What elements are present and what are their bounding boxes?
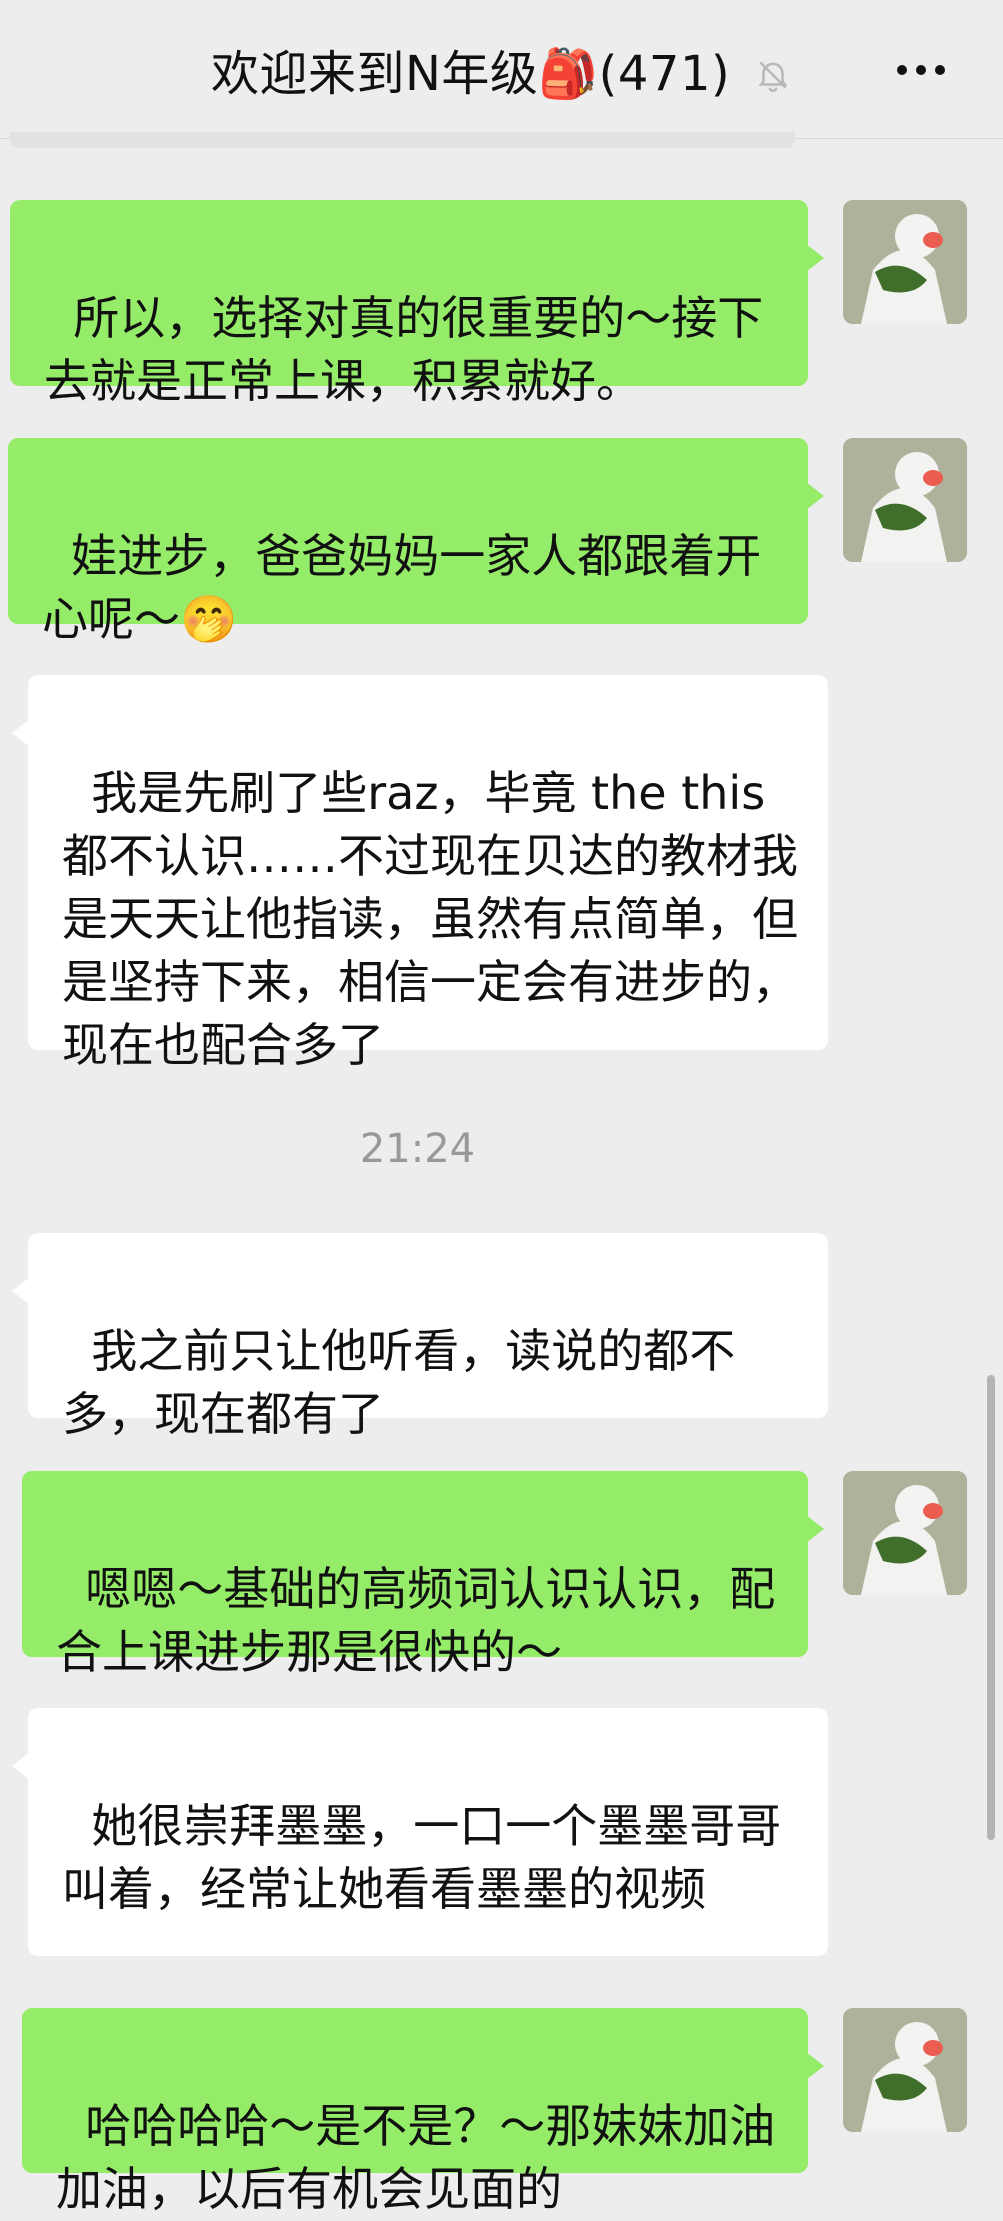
message-bubble-4[interactable]: 我之前只让他听看，读说的都不多，现在都有了 bbox=[12, 1233, 828, 1441]
scrollbar[interactable] bbox=[987, 1375, 995, 1840]
message-text: 我之前只让他听看，读说的都不多，现在都有了 bbox=[62, 1324, 736, 1441]
parrot-avatar-icon bbox=[843, 438, 967, 562]
chat-title: 欢迎来到N年级🎒(471) bbox=[0, 38, 1003, 110]
message-text: 娃进步，爸爸妈妈一家人都跟着开心呢～🤭 bbox=[42, 529, 762, 646]
previous-message-edge bbox=[10, 132, 795, 148]
message-text: 所以，选择对真的很重要的～接下去就是正常上课，积累就好。 bbox=[44, 291, 764, 408]
chat-header: 欢迎来到N年级🎒(471) bbox=[0, 0, 1003, 139]
parrot-avatar-icon bbox=[843, 2008, 967, 2132]
message-bubble-5[interactable]: 嗯嗯～基础的高频词认识认识，配合上课进步那是很快的～ bbox=[22, 1471, 824, 1679]
message-bubble-7[interactable]: 哈哈哈哈～是不是？～那妹妹加油加油，以后有机会见面的 bbox=[22, 2008, 824, 2216]
message-text: 她很崇拜墨墨，一口一个墨墨哥哥叫着，经常让她看看墨墨的视频 bbox=[62, 1799, 782, 1916]
avatar[interactable] bbox=[843, 438, 967, 562]
message-text: 我是先刷了些raz，毕竟 the this都不认识……不过现在贝达的教材我是天天… bbox=[62, 766, 798, 1072]
avatar[interactable] bbox=[843, 200, 967, 324]
avatar[interactable] bbox=[843, 2008, 967, 2132]
message-bubble-1[interactable]: 所以，选择对真的很重要的～接下去就是正常上课，积累就好。 bbox=[10, 200, 824, 408]
chat-title-text: 欢迎来到N年级🎒(471) bbox=[210, 46, 731, 102]
message-bubble-3[interactable]: 我是先刷了些raz，毕竟 the this都不认识……不过现在贝达的教材我是天天… bbox=[12, 675, 828, 1072]
message-bubble-6[interactable]: 她很崇拜墨墨，一口一个墨墨哥哥叫着，经常让她看看墨墨的视频 bbox=[12, 1708, 828, 1956]
mute-bell-icon bbox=[758, 61, 788, 93]
parrot-avatar-icon bbox=[843, 1471, 967, 1595]
more-icon[interactable] bbox=[891, 50, 951, 90]
message-text: 哈哈哈哈～是不是？～那妹妹加油加油，以后有机会见面的 bbox=[56, 2099, 776, 2216]
timestamp: 21:24 bbox=[359, 1126, 476, 1172]
message-bubble-2[interactable]: 娃进步，爸爸妈妈一家人都跟着开心呢～🤭 bbox=[8, 438, 824, 646]
avatar[interactable] bbox=[843, 1471, 967, 1595]
parrot-avatar-icon bbox=[843, 200, 967, 324]
message-text: 嗯嗯～基础的高频词认识认识，配合上课进步那是很快的～ bbox=[56, 1562, 776, 1679]
